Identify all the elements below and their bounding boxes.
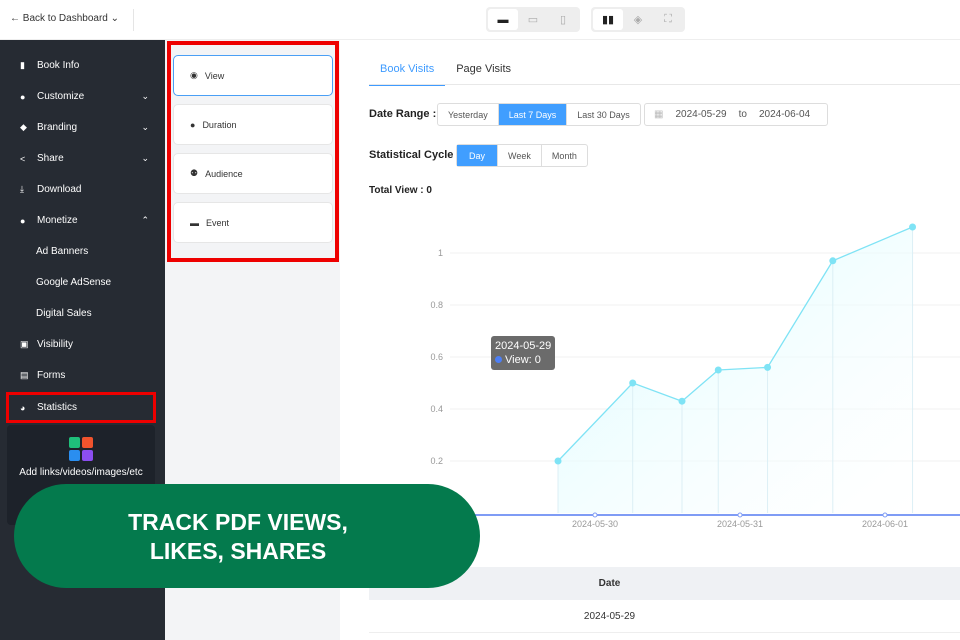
y-tick-label: 0.4 xyxy=(430,404,443,414)
chevron-down-icon: ⌄ xyxy=(141,122,149,132)
y-tick-label: 0.6 xyxy=(430,352,443,362)
range-yesterday[interactable]: Yesterday xyxy=(438,104,499,125)
data-point[interactable] xyxy=(764,363,772,371)
total-view: Total View : 0 xyxy=(369,185,432,196)
data-point[interactable] xyxy=(909,223,917,231)
double-page-icon[interactable]: ▮▮ xyxy=(593,9,623,30)
sidebar-item-ad-banners[interactable]: Ad Banners xyxy=(0,236,165,267)
data-point[interactable] xyxy=(554,457,562,465)
arrow-left-icon: ← xyxy=(10,13,23,24)
file-icon: ▤ xyxy=(20,370,29,380)
cycle-month[interactable]: Month xyxy=(542,145,587,166)
data-point[interactable] xyxy=(629,379,637,387)
device-toggle: ▬ ▭ ▯ xyxy=(486,7,580,32)
chevron-down-icon: ⌄ xyxy=(141,91,149,101)
sidebar-item-share[interactable]: < Share ⌄ xyxy=(0,143,165,174)
date-range-label: Date Range : xyxy=(369,108,437,120)
range-last-30-days[interactable]: Last 30 Days xyxy=(567,104,640,125)
fullscreen-icon[interactable]: ⛶ xyxy=(653,9,683,30)
promo-banner: TRACK PDF VIEWS, LIKES, SHARES xyxy=(14,484,480,588)
sidebar-item-digital-sales[interactable]: Digital Sales xyxy=(0,298,165,329)
chevron-up-icon: ⌃ xyxy=(141,215,149,225)
range-last-7-days[interactable]: Last 7 Days xyxy=(498,104,568,125)
divider xyxy=(133,9,134,31)
table-row: 2024-05-29 xyxy=(369,600,960,633)
sidebar-item-statistics[interactable]: ◕ Statistics xyxy=(6,392,156,423)
data-point[interactable] xyxy=(714,366,722,374)
y-tick-label: 0.2 xyxy=(430,456,443,466)
money-bag-icon: ● xyxy=(20,215,26,226)
desktop-icon[interactable]: ▬ xyxy=(488,9,518,30)
mobile-icon[interactable]: ▯ xyxy=(548,9,578,30)
x-tick xyxy=(592,512,598,518)
palette-icon: ● xyxy=(20,91,26,102)
y-tick-label: 1 xyxy=(438,248,443,258)
sidebar-item-download[interactable]: ⤓ Download xyxy=(0,174,165,205)
x-tick-label: 2024-05-30 xyxy=(572,519,618,529)
view-mode-toggle: ▮▮ ◈ ⛶ xyxy=(591,7,685,32)
x-tick xyxy=(737,512,743,518)
cycle-selector: Day Week Month xyxy=(456,144,588,167)
y-tick-label: 0.8 xyxy=(430,300,443,310)
sidebar-item-google-adsense[interactable]: Google AdSense xyxy=(0,267,165,298)
x-tick-label: 2024-06-01 xyxy=(862,519,908,529)
sidebar-item-monetize[interactable]: ● Monetize ⌃ xyxy=(0,205,165,236)
single-page-icon[interactable]: ◈ xyxy=(623,9,653,30)
tab-divider xyxy=(369,84,960,85)
share-icon: < xyxy=(20,153,26,164)
lock-icon: ▣ xyxy=(20,339,29,349)
media-tiles-icon xyxy=(69,437,93,461)
chevron-down-icon: ⌄ xyxy=(107,13,120,24)
sidebar-item-visibility[interactable]: ▣ Visibility xyxy=(0,329,165,360)
visit-tabs: Book Visits Page Visits xyxy=(369,57,522,86)
series-dot-icon xyxy=(495,356,502,363)
highlight-box xyxy=(167,41,339,262)
sidebar-item-branding[interactable]: ◆ Branding ⌄ xyxy=(0,112,165,143)
top-bar: ← Back to Dashboard ⌄ ▬ ▭ ▯ ▮▮ ◈ ⛶ xyxy=(0,0,960,40)
data-point[interactable] xyxy=(829,257,837,265)
statistical-cycle-label: Statistical Cycle : xyxy=(369,149,461,161)
sidebar-item-forms[interactable]: ▤ Forms xyxy=(0,360,165,391)
sidebar-item-book-info[interactable]: ▮ Book Info xyxy=(0,50,165,81)
data-point[interactable] xyxy=(678,397,686,405)
calendar-icon: ▦ xyxy=(654,109,664,120)
x-tick xyxy=(882,512,888,518)
tab-book-visits[interactable]: Book Visits xyxy=(369,57,446,86)
area-fill xyxy=(558,227,913,513)
cycle-week[interactable]: Week xyxy=(498,145,542,166)
cycle-day[interactable]: Day xyxy=(457,145,499,166)
tablet-icon[interactable]: ▭ xyxy=(518,9,548,30)
date-range-selector: Yesterday Last 7 Days Last 30 Days xyxy=(437,103,641,126)
tab-page-visits[interactable]: Page Visits xyxy=(445,57,522,86)
sidebar-item-customize[interactable]: ● Customize ⌄ xyxy=(0,81,165,112)
tag-icon: ◆ xyxy=(20,122,27,132)
pie-chart-icon: ◕ xyxy=(20,402,26,413)
chart-tooltip: 2024-05-29 View: 0 xyxy=(491,336,556,370)
back-to-dashboard-button[interactable]: ← Back to Dashboard ⌄ xyxy=(10,13,119,24)
chevron-down-icon: ⌄ xyxy=(141,153,149,163)
download-icon: ⤓ xyxy=(20,184,24,194)
date-range-picker[interactable]: ▦ 2024-05-29 to 2024-06-04 xyxy=(644,103,828,126)
x-tick-label: 2024-05-31 xyxy=(717,519,763,529)
book-icon: ▮ xyxy=(20,60,25,70)
